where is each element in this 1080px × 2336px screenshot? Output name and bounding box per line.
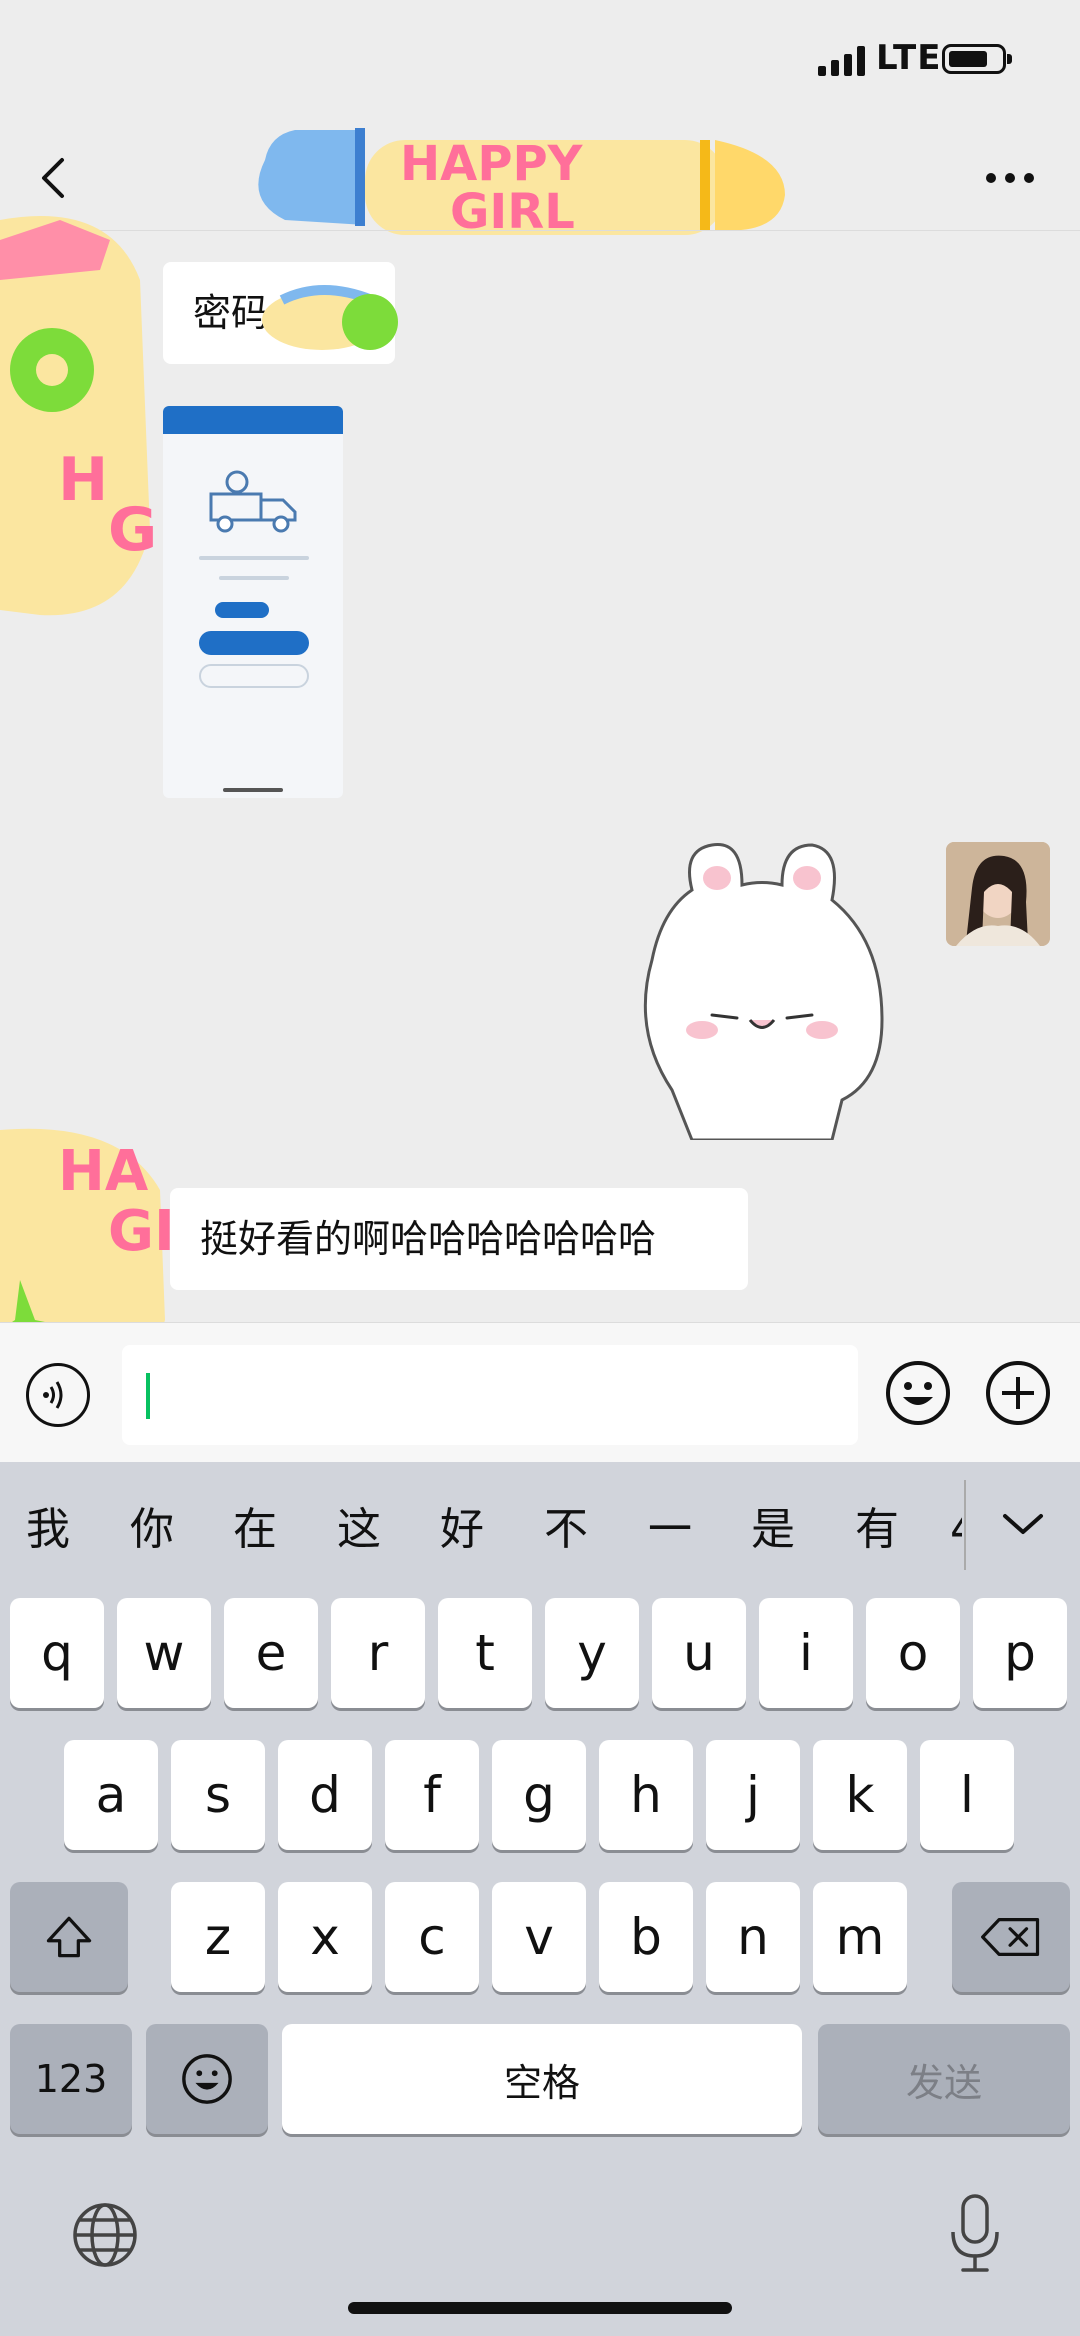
truck-icon bbox=[209, 470, 297, 533]
key-c[interactable]: c bbox=[385, 1882, 479, 1992]
candidate-bar: 我 你 在 这 好 不 一 是 有 4 bbox=[0, 1462, 1080, 1592]
key-u[interactable]: u bbox=[652, 1598, 746, 1708]
key-n[interactable]: n bbox=[706, 1882, 800, 1992]
text-cursor bbox=[146, 1373, 150, 1419]
voice-icon[interactable] bbox=[26, 1363, 90, 1427]
chevron-down-icon[interactable] bbox=[995, 1496, 1051, 1552]
message-bubble[interactable]: 挺好看的啊哈哈哈哈哈哈哈 bbox=[170, 1188, 748, 1290]
key-r[interactable]: r bbox=[331, 1598, 425, 1708]
emoji-icon bbox=[182, 2054, 232, 2104]
message-text: 挺好看的啊哈哈哈哈哈哈哈 bbox=[200, 1217, 657, 1261]
avatar[interactable] bbox=[946, 842, 1050, 946]
key-b[interactable]: b bbox=[599, 1882, 693, 1992]
network-label: LTE bbox=[876, 38, 942, 78]
svg-text:GI: GI bbox=[108, 1199, 175, 1264]
home-indicator[interactable] bbox=[348, 2302, 732, 2314]
input-bar bbox=[0, 1322, 1080, 1463]
key-l[interactable]: l bbox=[920, 1740, 1014, 1850]
send-key[interactable]: 发送 bbox=[818, 2024, 1070, 2134]
sticker-overlay bbox=[262, 285, 398, 350]
message-text: 密码 bbox=[193, 291, 270, 335]
candidate-item[interactable]: 你 bbox=[130, 1502, 174, 1558]
emoji-icon[interactable] bbox=[884, 1359, 952, 1427]
backspace-icon bbox=[981, 1918, 1040, 1956]
key-o[interactable]: o bbox=[866, 1598, 960, 1708]
keyboard: 我 你 在 这 好 不 一 是 有 4 q w e r t y u i o p … bbox=[0, 1462, 1080, 2336]
space-key[interactable]: 空格 bbox=[282, 2024, 802, 2134]
key-f[interactable]: f bbox=[385, 1740, 479, 1850]
key-v[interactable]: v bbox=[492, 1882, 586, 1992]
divider bbox=[964, 1480, 966, 1570]
plus-icon[interactable] bbox=[984, 1359, 1052, 1427]
bunny-sticker[interactable] bbox=[632, 840, 902, 1140]
svg-text:H: H bbox=[58, 445, 108, 515]
key-q[interactable]: q bbox=[10, 1598, 104, 1708]
sticker-overlay: H G bbox=[0, 216, 157, 616]
delete-key[interactable] bbox=[952, 1882, 1070, 1992]
numbers-key[interactable]: 123 bbox=[10, 2024, 132, 2134]
key-x[interactable]: x bbox=[278, 1882, 372, 1992]
message-input[interactable] bbox=[122, 1345, 858, 1445]
image-message[interactable] bbox=[163, 406, 343, 798]
key-w[interactable]: w bbox=[117, 1598, 211, 1708]
candidate-item[interactable]: 在 bbox=[233, 1502, 277, 1558]
key-t[interactable]: t bbox=[438, 1598, 532, 1708]
candidate-item[interactable]: 不 bbox=[544, 1502, 588, 1558]
key-k[interactable]: k bbox=[813, 1740, 907, 1850]
battery-icon bbox=[942, 44, 1012, 74]
emoji-key[interactable] bbox=[146, 2024, 268, 2134]
globe-icon[interactable] bbox=[70, 2200, 140, 2270]
key-h[interactable]: h bbox=[599, 1740, 693, 1850]
key-m[interactable]: m bbox=[813, 1882, 907, 1992]
chat-header bbox=[0, 120, 1080, 231]
microphone-icon[interactable] bbox=[945, 2192, 1005, 2276]
candidate-item[interactable]: 这 bbox=[337, 1502, 381, 1558]
key-j[interactable]: j bbox=[706, 1740, 800, 1850]
key-d[interactable]: d bbox=[278, 1740, 372, 1850]
candidate-item[interactable]: 我 bbox=[26, 1502, 70, 1558]
candidate-item[interactable]: 有 bbox=[855, 1502, 899, 1558]
candidate-item[interactable]: 是 bbox=[751, 1502, 795, 1558]
key-e[interactable]: e bbox=[224, 1598, 318, 1708]
candidate-item[interactable]: 一 bbox=[648, 1502, 692, 1558]
key-y[interactable]: y bbox=[545, 1598, 639, 1708]
shift-icon bbox=[46, 1916, 92, 1958]
key-a[interactable]: a bbox=[64, 1740, 158, 1850]
back-icon[interactable] bbox=[24, 148, 84, 208]
key-i[interactable]: i bbox=[759, 1598, 853, 1708]
svg-text:G: G bbox=[108, 495, 157, 565]
candidate-item[interactable]: 好 bbox=[440, 1502, 484, 1558]
more-icon[interactable] bbox=[975, 148, 1045, 208]
svg-text:HA: HA bbox=[58, 1139, 149, 1204]
key-s[interactable]: s bbox=[171, 1740, 265, 1850]
key-z[interactable]: z bbox=[171, 1882, 265, 1992]
shift-key[interactable] bbox=[10, 1882, 128, 1992]
key-p[interactable]: p bbox=[973, 1598, 1067, 1708]
signal-icon bbox=[818, 46, 868, 76]
key-g[interactable]: g bbox=[492, 1740, 586, 1850]
candidate-item[interactable]: 4 bbox=[950, 1502, 962, 1558]
